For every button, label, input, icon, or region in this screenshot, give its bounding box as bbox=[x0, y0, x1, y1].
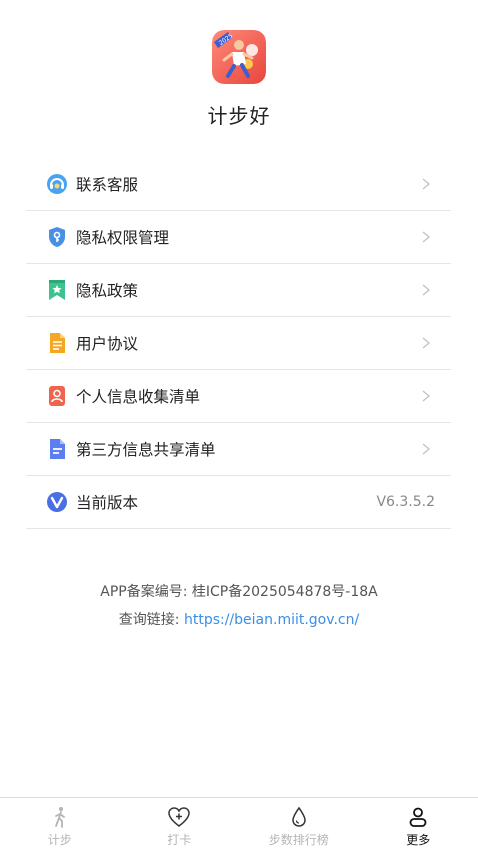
chevron-right-icon bbox=[422, 284, 431, 296]
tab-step-ranking[interactable]: 步数排行榜 bbox=[239, 798, 359, 850]
walking-person-icon bbox=[48, 806, 72, 828]
app-logo: 2025 bbox=[212, 30, 266, 84]
menu-item-label: 个人信息收集清单 bbox=[76, 388, 201, 406]
tab-more[interactable]: 更多 bbox=[359, 798, 478, 850]
menu-item-label: 隐私政策 bbox=[76, 282, 139, 300]
person-card-icon bbox=[46, 385, 68, 407]
heart-plus-icon bbox=[167, 806, 191, 828]
icp-query-label: 查询链接: bbox=[118, 612, 184, 628]
icp-filing-info: APP备案编号: 桂ICP备2025054878号-18A 查询链接: http… bbox=[0, 582, 478, 638]
app-name: 计步好 bbox=[207, 104, 271, 128]
menu-item-label: 联系客服 bbox=[76, 176, 139, 194]
menu-item-label: 第三方信息共享清单 bbox=[76, 441, 216, 459]
water-drop-icon bbox=[287, 806, 311, 828]
chevron-right-icon bbox=[422, 231, 431, 243]
icp-query-link[interactable]: https://beian.miit.gov.cn/ bbox=[184, 612, 359, 628]
bottom-tab-bar: 计步 打卡 步数排行榜 更多 bbox=[0, 797, 478, 850]
menu-item-privacy-policy[interactable]: 隐私政策 bbox=[26, 264, 451, 317]
menu-item-customer-service[interactable]: 联系客服 bbox=[26, 158, 451, 211]
tab-steps[interactable]: 计步 bbox=[0, 798, 120, 850]
menu-item-label: 隐私权限管理 bbox=[76, 229, 170, 247]
person-icon bbox=[406, 806, 430, 828]
privacy-shield-icon bbox=[46, 226, 68, 248]
menu-item-label: 用户协议 bbox=[76, 335, 139, 353]
share-doc-icon bbox=[46, 438, 68, 460]
menu-item-privacy-permissions[interactable]: 隐私权限管理 bbox=[26, 211, 451, 264]
chevron-right-icon bbox=[422, 178, 431, 190]
menu-item-user-agreement[interactable]: 用户协议 bbox=[26, 317, 451, 370]
menu-item-current-version[interactable]: 当前版本 V6.3.5.2 bbox=[26, 476, 451, 529]
icp-record-number: APP备案编号: 桂ICP备2025054878号-18A bbox=[100, 584, 378, 600]
version-v-icon bbox=[46, 491, 68, 513]
menu-item-label: 当前版本 bbox=[76, 494, 139, 512]
version-number: V6.3.5.2 bbox=[376, 494, 435, 510]
customer-service-icon bbox=[46, 173, 68, 195]
menu-item-third-party-sharing[interactable]: 第三方信息共享清单 bbox=[26, 423, 451, 476]
app-header: 2025 计步好 bbox=[0, 0, 478, 150]
bookmark-star-icon bbox=[46, 279, 68, 301]
document-icon bbox=[46, 332, 68, 354]
chevron-right-icon bbox=[422, 337, 431, 349]
menu-item-personal-info-list[interactable]: 个人信息收集清单 bbox=[26, 370, 451, 423]
tab-check-in[interactable]: 打卡 bbox=[120, 798, 240, 850]
tab-label: 步数排行榜 bbox=[268, 833, 329, 847]
chevron-right-icon bbox=[422, 390, 431, 402]
chevron-right-icon bbox=[422, 443, 431, 455]
tab-label: 计步 bbox=[47, 833, 72, 847]
settings-menu: 联系客服 隐私权限管理 隐私政策 用户协议 个人信息收集清单 第三方信息共享清单… bbox=[26, 158, 451, 529]
icp-query-line: 查询链接: https://beian.miit.gov.cn/ bbox=[0, 610, 478, 638]
tab-label: 更多 bbox=[406, 833, 431, 847]
tab-label: 打卡 bbox=[167, 833, 192, 847]
